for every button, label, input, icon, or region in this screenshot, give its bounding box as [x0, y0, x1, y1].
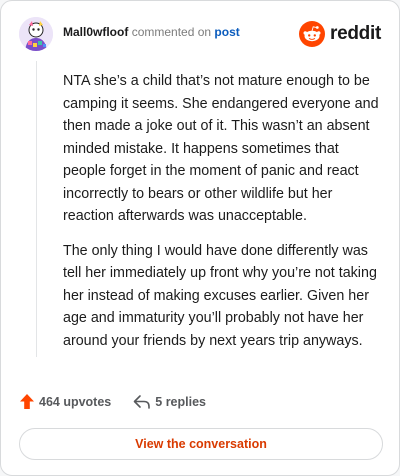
reddit-logo[interactable]: reddit: [299, 21, 381, 47]
reddit-snoo-icon: [299, 21, 326, 47]
reddit-wordmark: reddit: [330, 23, 381, 44]
comment-actions: 464 upvotes 5 replies: [19, 393, 206, 410]
avatar-icon: [19, 17, 53, 51]
upvote-arrow-icon: [20, 394, 34, 409]
post-link[interactable]: post: [214, 25, 239, 39]
thread-line: [36, 61, 37, 357]
comment-card: Mall0wfloof commented on post reddit NTA…: [0, 0, 400, 476]
comment-paragraph: The only thing I would have done differe…: [63, 242, 377, 349]
reply-arrow-icon: [133, 394, 151, 409]
comment-body: NTA she’s a child that’s not mature enou…: [63, 70, 381, 364]
comment-header: Mall0wfloof commented on post: [63, 25, 240, 39]
upvote-count: 464 upvotes: [39, 394, 112, 409]
username-link[interactable]: Mall0wfloof: [63, 25, 128, 39]
reply-count: 5 replies: [155, 394, 206, 409]
commented-on-text: commented on: [131, 25, 212, 39]
upvote-button[interactable]: 464 upvotes: [19, 393, 111, 410]
user-avatar[interactable]: [19, 17, 53, 51]
replies-button[interactable]: 5 replies: [133, 394, 206, 410]
view-conversation-button[interactable]: View the conversation: [19, 428, 383, 460]
view-conversation-label: View the conversation: [135, 437, 267, 451]
comment-paragraph: NTA she’s a child that’s not mature enou…: [63, 73, 379, 224]
